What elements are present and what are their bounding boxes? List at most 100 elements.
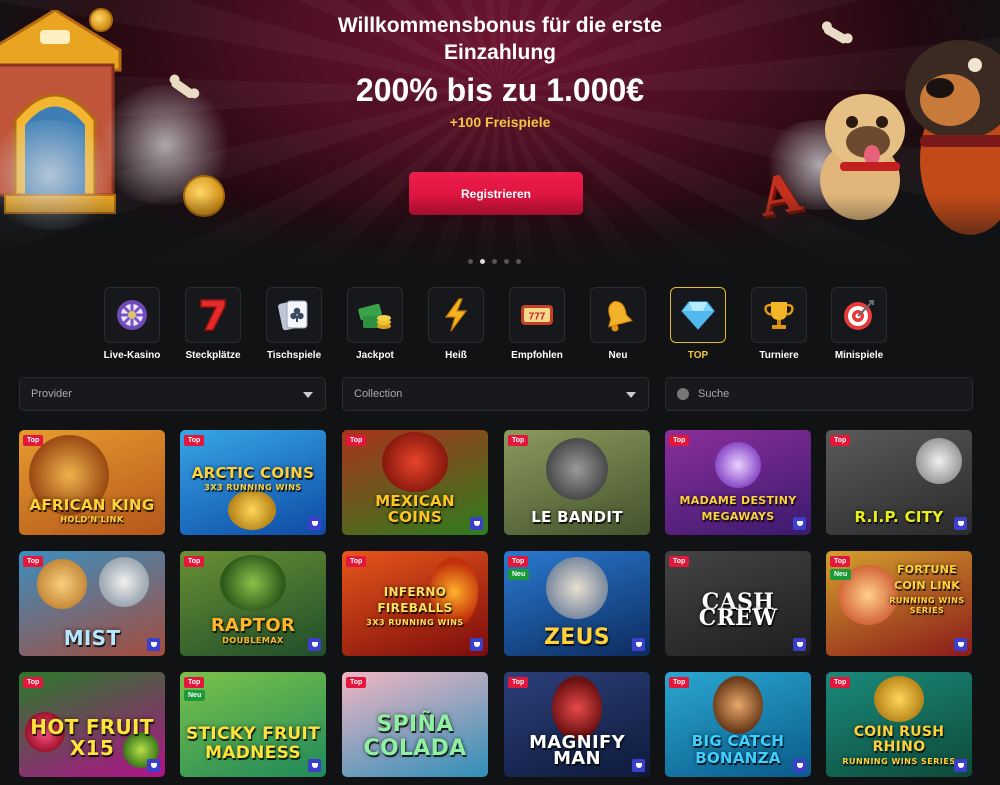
category-box[interactable] — [428, 287, 484, 343]
category-box[interactable] — [590, 287, 646, 343]
playing-card-icon — [278, 300, 308, 331]
search-icon — [677, 388, 689, 400]
top-badge: Top — [830, 556, 851, 567]
top-badge: Top — [346, 435, 367, 446]
game-title: Raptor Doublemax — [210, 615, 296, 646]
game-tile-fortune-coin-link[interactable]: Fortune Coin Link Running Wins Series Top… — [826, 551, 972, 656]
carousel-dot[interactable] — [516, 259, 521, 264]
top-badge: Top — [23, 677, 44, 688]
category-turniere[interactable]: Turniere — [751, 287, 807, 361]
game-tile-hot-fruit[interactable]: Hot Fruit x15 Top — [19, 672, 165, 777]
carousel-dot[interactable] — [492, 259, 497, 264]
category-box[interactable] — [104, 287, 160, 343]
top-badge: Top — [508, 435, 529, 446]
game-tile-big-catch-bonanza[interactable]: Big Catch Bonanza Top — [665, 672, 811, 777]
crystal-ball-figure — [715, 442, 761, 488]
tournament-icon — [793, 517, 806, 530]
category-box[interactable] — [751, 287, 807, 343]
tournament-icon — [147, 638, 160, 651]
category-box[interactable] — [347, 287, 403, 343]
game-tile-mist[interactable]: Mist Top — [19, 551, 165, 656]
game-tile-coin-rush-rhino[interactable]: Coin Rush Rhino Running Wins Series Top — [826, 672, 972, 777]
category-tischspiele[interactable]: Tischspiele — [266, 287, 322, 361]
category-box[interactable] — [266, 287, 322, 343]
bonus-amount: 200% bis zu 1.000€ — [355, 72, 645, 108]
carousel-dot[interactable] — [468, 259, 473, 264]
category-minispiele[interactable]: Minispiele — [831, 287, 887, 361]
game-tile-cash-crew[interactable]: Cash Crew Top — [665, 551, 811, 656]
seven-icon — [200, 299, 226, 331]
chevron-down-icon — [303, 392, 313, 398]
chevron-down-icon — [626, 392, 636, 398]
category-neu[interactable]: Neu — [590, 287, 646, 361]
category-empfohlen[interactable]: 777 Empfohlen — [509, 287, 565, 361]
game-title: Magnify Man — [529, 732, 625, 769]
search-box[interactable] — [665, 377, 973, 411]
dinosaur-figure — [220, 555, 286, 611]
tournament-icon — [147, 759, 160, 772]
collection-dropdown[interactable]: Collection — [342, 377, 649, 411]
game-title: Le Bandit — [531, 508, 623, 526]
slot-777-icon: 777 — [521, 305, 553, 325]
game-tile-mexican-coins[interactable]: Mexican Coins Top — [342, 430, 488, 535]
game-title: Spiña Colada — [363, 712, 467, 761]
top-badge: Top — [23, 556, 44, 567]
game-tile-inferno-fireballs[interactable]: Inferno Fireballs 3x3 Running Wins Top — [342, 551, 488, 656]
category-box-active[interactable] — [670, 287, 726, 343]
raccoon-figure — [546, 438, 608, 500]
game-tile-zeus[interactable]: Zeus Top Neu — [504, 551, 650, 656]
category-heiss[interactable]: Heiß — [428, 287, 484, 361]
new-badge: Neu — [830, 569, 852, 580]
tournament-icon — [632, 759, 645, 772]
coin-icon — [89, 8, 113, 32]
search-input[interactable] — [698, 388, 948, 400]
hero-banner: A Willkommensbonus für die erste Einzahl… — [0, 0, 1000, 275]
mexican-figure — [382, 432, 448, 492]
game-tile-sticky-fruit-madness[interactable]: Sticky Fruit Madness Top Neu — [180, 672, 326, 777]
category-jackpot[interactable]: Jackpot — [347, 287, 403, 361]
game-tile-le-bandit[interactable]: Le Bandit Top — [504, 430, 650, 535]
game-title: Big Catch Bonanza — [691, 732, 785, 767]
category-live-kasino[interactable]: Live-Kasino — [104, 287, 160, 361]
game-title: Inferno Fireballs 3x3 Running Wins — [366, 585, 464, 627]
carousel-dot-active[interactable] — [480, 259, 485, 264]
game-title: R.I.P. City — [854, 508, 944, 526]
carousel-dots — [468, 259, 521, 264]
game-tile-raptor[interactable]: Raptor Doublemax Top — [180, 551, 326, 656]
new-badge: Neu — [184, 690, 206, 701]
rhino-figure — [874, 676, 924, 722]
tournament-icon — [470, 517, 483, 530]
provider-dropdown[interactable]: Provider — [19, 377, 326, 411]
category-label: Minispiele — [834, 350, 884, 361]
collection-dropdown-label: Collection — [354, 388, 403, 400]
game-title: Sticky Fruit Madness — [185, 724, 321, 763]
tournament-icon — [308, 517, 321, 530]
tournament-icon — [308, 638, 321, 651]
top-badge: Top — [23, 435, 44, 446]
carousel-dot[interactable] — [504, 259, 509, 264]
game-title: African King Hold'n'Link — [29, 496, 155, 524]
top-badge: Top — [669, 435, 690, 446]
game-title: Mexican Coins — [375, 492, 455, 526]
top-badge: Top — [669, 677, 690, 688]
fisherman-figure — [713, 676, 763, 734]
game-tile-spina-colada[interactable]: Spiña Colada Top — [342, 672, 488, 777]
top-badge: Top — [184, 677, 205, 688]
woman-figure — [37, 559, 87, 609]
category-box[interactable] — [831, 287, 887, 343]
tournament-icon — [793, 759, 806, 772]
category-box[interactable]: 777 — [509, 287, 565, 343]
game-tile-magnify-man[interactable]: Magnify Man Top — [504, 672, 650, 777]
top-badge: Top — [346, 556, 367, 567]
game-tile-madame-destiny[interactable]: Madame Destiny Megaways Top — [665, 430, 811, 535]
tournament-icon — [954, 638, 967, 651]
zeus-figure — [546, 557, 608, 619]
game-tile-african-king[interactable]: African King Hold'n'Link Top — [19, 430, 165, 535]
category-steckplaetze[interactable]: Steckplätze — [185, 287, 241, 361]
top-badge: Top — [508, 677, 529, 688]
game-tile-arctic-coins[interactable]: Arctic Coins 3x3 Running Wins Top — [180, 430, 326, 535]
category-box[interactable] — [185, 287, 241, 343]
category-nav: Live-Kasino Steckplätze Tischspiele Jack… — [104, 287, 894, 362]
game-tile-rip-city[interactable]: R.I.P. City Top — [826, 430, 972, 535]
category-top[interactable]: TOP — [670, 287, 726, 361]
